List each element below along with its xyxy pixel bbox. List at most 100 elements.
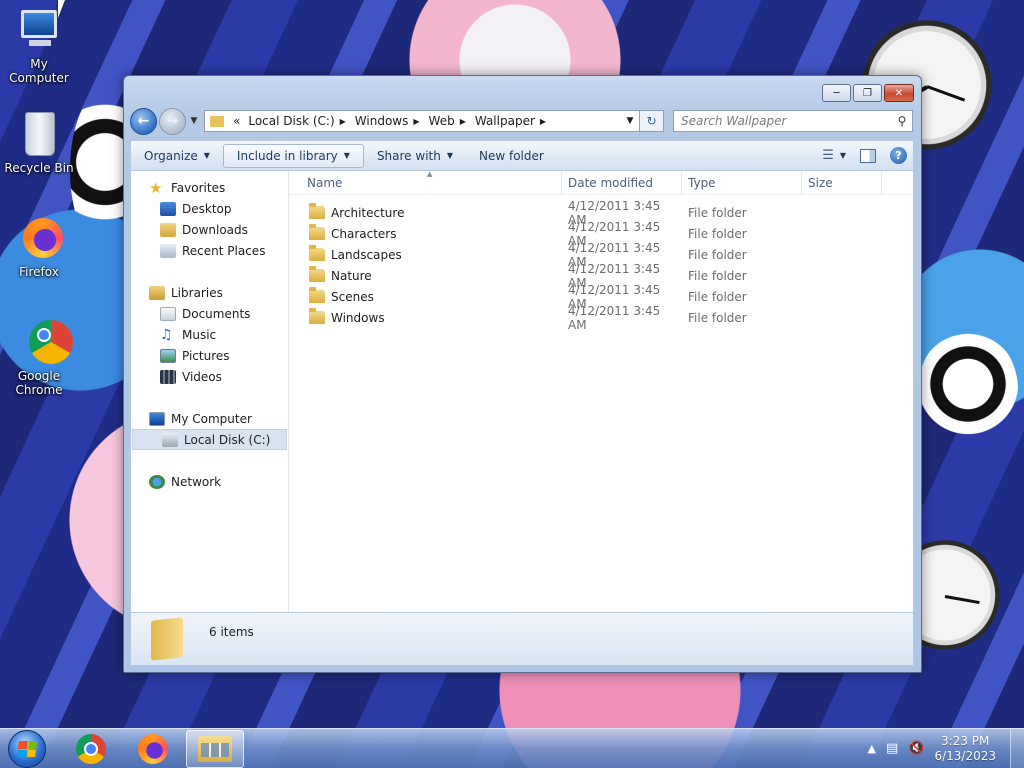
show-hidden-icons-icon[interactable]: ▲ xyxy=(868,742,876,755)
system-clock[interactable]: 3:23 PM 6/13/2023 xyxy=(934,734,996,764)
star-icon: ★ xyxy=(149,178,163,197)
minimize-button[interactable]: ─ xyxy=(822,84,851,102)
videos-icon xyxy=(160,369,176,384)
nav-favorites[interactable]: ★ Favorites xyxy=(131,177,288,198)
music-icon: ♫ xyxy=(160,326,173,343)
search-box[interactable]: ⚲ xyxy=(673,110,913,132)
chevron-right-icon[interactable]: ▶ xyxy=(340,117,346,126)
back-button[interactable]: ← xyxy=(130,107,157,135)
navigation-pane: ★ Favorites Desktop Downloads Recent Plac… xyxy=(131,171,289,612)
column-headers: Name Date modified Type Size ▲ xyxy=(289,170,913,195)
chrome-icon xyxy=(15,318,73,366)
address-segment-web[interactable]: Web xyxy=(429,114,455,128)
column-date-modified[interactable]: Date modified xyxy=(562,170,682,195)
computer-icon xyxy=(15,6,63,54)
chevron-right-icon[interactable]: ▶ xyxy=(460,117,466,126)
volume-muted-icon[interactable]: 🔇 xyxy=(908,741,924,756)
address-dropdown-icon[interactable]: ▼ xyxy=(621,116,639,126)
nav-my-computer[interactable]: My Computer xyxy=(131,408,288,429)
taskbar-firefox[interactable] xyxy=(124,730,182,768)
nav-network[interactable]: Network xyxy=(131,471,288,492)
file-list: Name Date modified Type Size ▲ Architect… xyxy=(289,170,913,612)
computer-icon xyxy=(149,411,165,426)
network-icon xyxy=(149,474,165,489)
address-segment-wallpaper[interactable]: Wallpaper xyxy=(475,114,535,128)
address-bar[interactable]: « Local Disk (C:) ▶ Windows ▶ Web ▶ Wall… xyxy=(204,110,640,132)
address-segment-windows[interactable]: Windows xyxy=(355,114,409,128)
folder-icon xyxy=(309,203,325,219)
preview-pane-icon[interactable] xyxy=(860,148,876,163)
chevron-right-icon[interactable]: ▶ xyxy=(413,117,419,126)
desktop-icon-recycle-bin[interactable]: Recycle Bin xyxy=(1,110,77,175)
file-row[interactable]: Windows 4/12/2011 3:45 AM File folder xyxy=(289,304,913,332)
network-status-icon[interactable]: ▤ xyxy=(886,741,898,756)
pictures-icon xyxy=(160,348,176,363)
caption-buttons: ─ ❐ ✕ xyxy=(822,84,914,102)
nav-local-disk[interactable]: Local Disk (C:) xyxy=(132,429,287,450)
address-overflow[interactable]: « xyxy=(233,114,240,128)
details-pane: 6 items xyxy=(130,613,914,666)
recent-pages-dropdown[interactable]: ▼ xyxy=(188,116,200,126)
folder-icon xyxy=(151,617,183,661)
folder-icon xyxy=(309,287,325,303)
show-desktop-button[interactable] xyxy=(1010,728,1024,768)
chevron-down-icon: ▼ xyxy=(203,151,210,160)
help-icon[interactable]: ? xyxy=(890,147,907,164)
search-icon[interactable]: ⚲ xyxy=(892,114,912,128)
address-segment-local-disk[interactable]: Local Disk (C:) xyxy=(248,114,334,128)
refresh-icon: ↻ xyxy=(646,114,657,128)
chrome-icon xyxy=(76,733,106,764)
desktop-icon-firefox[interactable]: Firefox xyxy=(1,214,77,279)
folder-icon xyxy=(309,266,325,282)
change-view-icon[interactable]: ☰ xyxy=(822,148,834,163)
maximize-button[interactable]: ❐ xyxy=(853,84,882,102)
system-tray: ▲ ▤ 🔇 3:23 PM 6/13/2023 xyxy=(868,728,1024,768)
downloads-folder-icon xyxy=(160,222,176,237)
close-button[interactable]: ✕ xyxy=(884,84,914,102)
taskbar-windows-explorer[interactable] xyxy=(186,729,244,768)
search-input[interactable] xyxy=(681,114,892,128)
desktop-icon xyxy=(160,201,176,216)
view-options-dropdown-icon[interactable]: ▼ xyxy=(840,151,846,160)
nav-pictures[interactable]: Pictures xyxy=(131,345,288,366)
documents-icon xyxy=(160,306,176,321)
folder-icon xyxy=(309,245,325,261)
taskbar-chrome[interactable] xyxy=(62,730,120,768)
windows-logo-icon xyxy=(17,740,37,757)
clock-time: 3:23 PM xyxy=(941,733,990,748)
desktop-icon-google-chrome[interactable]: Google Chrome xyxy=(1,318,77,397)
taskbar: ▲ ▤ 🔇 3:23 PM 6/13/2023 xyxy=(0,728,1024,768)
column-type[interactable]: Type xyxy=(682,170,802,195)
recent-places-icon xyxy=(160,243,176,258)
column-size[interactable]: Size xyxy=(802,170,882,195)
share-with-button[interactable]: Share with ▼ xyxy=(364,144,466,168)
firefox-icon xyxy=(138,733,168,764)
nav-desktop[interactable]: Desktop xyxy=(131,198,288,219)
item-count: 6 items xyxy=(209,625,254,639)
organize-button[interactable]: Organize ▼ xyxy=(131,144,223,168)
firefox-icon xyxy=(15,214,63,262)
folder-icon xyxy=(309,224,325,240)
explorer-window: ─ ❐ ✕ ← → ▼ « Local Disk (C:) ▶ Windows … xyxy=(123,75,922,673)
nav-music[interactable]: ♫ Music xyxy=(131,324,288,345)
refresh-button[interactable]: ↻ xyxy=(640,110,664,132)
include-in-library-button[interactable]: Include in library ▼ xyxy=(222,143,364,168)
chevron-right-icon[interactable]: ▶ xyxy=(540,117,546,126)
nav-documents[interactable]: Documents xyxy=(131,303,288,324)
nav-downloads[interactable]: Downloads xyxy=(131,219,288,240)
explorer-body: ★ Favorites Desktop Downloads Recent Plac… xyxy=(130,170,914,613)
chevron-down-icon: ▼ xyxy=(446,151,453,160)
column-name[interactable]: Name xyxy=(289,170,562,195)
folder-icon xyxy=(309,308,325,324)
wallpaper-character-right xyxy=(918,330,1018,450)
nav-recent-places[interactable]: Recent Places xyxy=(131,240,288,261)
start-button[interactable] xyxy=(8,729,46,768)
nav-libraries[interactable]: Libraries xyxy=(131,282,288,303)
folder-icon xyxy=(210,115,224,127)
new-folder-button[interactable]: New folder xyxy=(466,144,557,168)
forward-button[interactable]: → xyxy=(159,107,186,135)
windows-explorer-icon xyxy=(198,735,232,762)
mouse-cursor xyxy=(58,0,72,18)
nav-videos[interactable]: Videos xyxy=(131,366,288,387)
sort-ascending-icon: ▲ xyxy=(427,170,433,178)
